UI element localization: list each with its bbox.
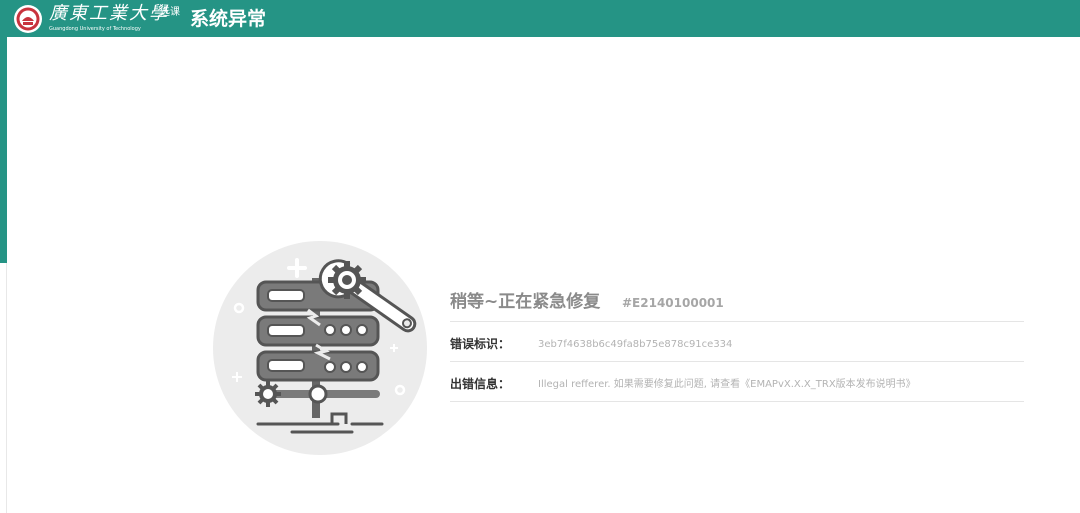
app-name[interactable]: 选课 — [160, 3, 180, 18]
university-name-en: Guangdong University of Technology — [49, 26, 141, 32]
error-id-label: 错误标识： — [450, 337, 511, 351]
page-title: 系统异常 — [190, 8, 267, 30]
server-repair-icon — [213, 241, 427, 455]
error-info-value: Illegal refferer. 如果需要修复此问题, 请查看《EMAPvX.… — [538, 379, 916, 390]
divider — [450, 401, 1024, 402]
error-id-value: 3eb7f4638b6c49fa8b75e878c91ce334 — [538, 339, 733, 350]
top-header-bar: 廣東工業大學 Guangdong University of Technolog… — [0, 0, 1080, 37]
left-divider — [6, 263, 7, 513]
divider — [450, 361, 1024, 362]
error-code: #E2140100001 — [622, 296, 724, 310]
error-info-label: 出错信息： — [450, 377, 511, 391]
divider — [450, 321, 1024, 322]
university-emblem-icon — [14, 5, 42, 33]
left-accent-bar — [0, 37, 7, 263]
university-name-cn: 廣東工業大學 — [49, 3, 169, 24]
error-title: 稍等~正在紧急修复 — [450, 292, 601, 312]
